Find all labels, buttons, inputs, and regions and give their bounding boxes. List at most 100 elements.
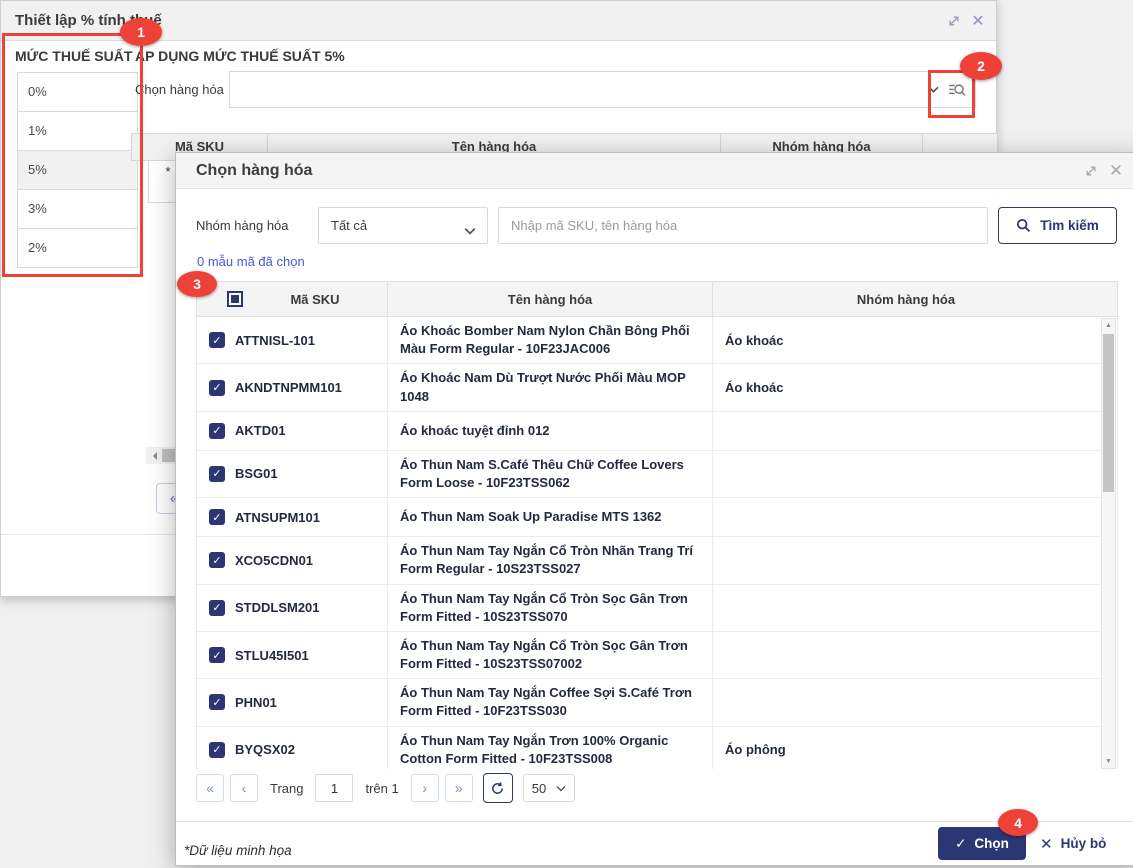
table-row[interactable]: ✓ BYQSX02 Áo Thun Nam Tay Ngắn Trơn 100%… <box>197 726 1117 769</box>
sku-cell: ✓ ATNSUPM101 <box>197 498 387 536</box>
product-group-cell <box>712 450 1099 498</box>
group-filter-select[interactable]: Tất cả <box>318 207 488 244</box>
selected-count-link[interactable]: 0 mẫu mã đã chọn <box>197 254 305 269</box>
select-goods-modal: Chọn hàng hóa ✕ Nhóm hàng hóa Tất cả Tìm… <box>175 152 1133 866</box>
annotation-badge-1: 1 <box>120 18 162 46</box>
apply-rate-header: ÁP DỤNG MỨC THUẾ SUẤT 5% <box>135 48 345 64</box>
group-filter-label: Nhóm hàng hóa <box>196 218 289 233</box>
row-checkbox[interactable]: ✓ <box>209 647 225 664</box>
chevron-down-icon <box>556 785 566 792</box>
group-filter-value: Tất cả <box>331 218 368 233</box>
next-page-button[interactable]: › <box>410 774 439 802</box>
first-page-button[interactable]: « <box>196 774 224 802</box>
product-name-cell: Áo khoác tuyệt đỉnh 012 <box>387 411 712 450</box>
product-name-cell: Áo Khoác Bomber Nam Nylon Chần Bông Phối… <box>387 317 712 364</box>
product-group-cell: Áo khoác <box>712 364 1099 411</box>
scroll-down-icon[interactable]: ▼ <box>1102 758 1115 765</box>
table-row[interactable]: ✓ STDDLSM201 Áo Thun Nam Tay Ngắn Cổ Trò… <box>197 584 1117 632</box>
row-checkbox[interactable]: ✓ <box>209 509 225 526</box>
product-name-cell: Áo Thun Nam Tay Ngắn Trơn 100% Organic C… <box>387 726 712 769</box>
header-cell-sku: Mã SKU <box>197 282 387 316</box>
page-size-value: 50 <box>531 780 547 796</box>
close-icon[interactable]: ✕ <box>968 10 988 32</box>
sku-cell: ✓ ATTNISL-101 <box>197 317 387 363</box>
product-name-cell: Áo Thun Nam Tay Ngắn Cổ Tròn Sọc Gân Trơ… <box>387 631 712 679</box>
check-icon: ✓ <box>955 835 967 851</box>
scroll-up-icon[interactable]: ▲ <box>1102 322 1115 329</box>
search-button-label: Tìm kiếm <box>1040 218 1099 233</box>
header-cell-blank <box>1099 282 1117 316</box>
sku-cell: ✓ AKTD01 <box>197 412 387 450</box>
annotation-badge-4: 4 <box>998 809 1038 836</box>
sku-cell: ✓ PHN01 <box>197 679 387 725</box>
product-name-cell: Áo Thun Nam Tay Ngắn Cổ Tròn Nhãn Trang … <box>387 537 712 584</box>
search-input[interactable] <box>498 207 988 244</box>
product-group-cell <box>712 584 1099 631</box>
close-icon[interactable]: ✕ <box>1106 160 1126 182</box>
table-row[interactable]: ✓ BSG01 Áo Thun Nam S.Café Thêu Chữ Coff… <box>197 450 1117 499</box>
select-all-checkbox[interactable] <box>227 291 243 307</box>
product-name-cell: Áo Thun Nam S.Café Thêu Chữ Coffee Lover… <box>387 450 712 498</box>
pagination: « ‹ Trang trên 1 › » 50 <box>196 773 575 803</box>
product-group-cell <box>712 537 1099 584</box>
table-row[interactable]: ✓ XCO5CDN01 Áo Thun Nam Tay Ngắn Cổ Tròn… <box>197 537 1117 585</box>
table-row[interactable]: ✓ AKTD01 Áo khoác tuyệt đỉnh 012 <box>197 411 1117 451</box>
row-checkbox[interactable]: ✓ <box>209 332 225 349</box>
row-checkbox[interactable]: ✓ <box>209 552 225 569</box>
table-row[interactable]: ✓ PHN01 Áo Thun Nam Tay Ngắn Coffee Sợi … <box>197 679 1117 727</box>
product-group-cell <box>712 679 1099 726</box>
demo-data-note: *Dữ liệu minh họa <box>184 843 292 858</box>
footer-divider <box>176 821 1133 822</box>
refresh-button[interactable] <box>482 773 513 803</box>
expand-icon[interactable] <box>1082 162 1100 180</box>
goods-picker-input[interactable] <box>229 71 976 108</box>
prev-page-button[interactable]: ‹ <box>230 774 258 802</box>
sku-cell: ✓ AKNDTNPMM101 <box>197 364 387 410</box>
expand-icon[interactable] <box>945 12 963 30</box>
sku-cell: ✓ XCO5CDN01 <box>197 537 387 583</box>
products-table-header: Mã SKU Tên hàng hóa Nhóm hàng hóa <box>196 281 1118 317</box>
select-goods-label: Chọn hàng hóa <box>135 82 224 97</box>
product-group-cell <box>712 631 1099 679</box>
product-group-cell: Áo phông <box>712 726 1099 769</box>
product-group-cell: Áo khoác <box>712 317 1099 364</box>
table-row[interactable]: ✓ STLU45I501 Áo Thun Nam Tay Ngắn Cổ Trò… <box>197 631 1117 680</box>
page-size-select[interactable]: 50 <box>522 774 575 802</box>
row-checkbox[interactable]: ✓ <box>209 741 225 758</box>
header-cell-name: Tên hàng hóa <box>387 282 712 316</box>
table-row[interactable]: ✓ ATNSUPM101 Áo Thun Nam Soak Up Paradis… <box>197 498 1117 538</box>
row-checkbox[interactable]: ✓ <box>209 599 225 616</box>
sku-cell: ✓ STDDLSM201 <box>197 585 387 631</box>
annotation-badge-3: 3 <box>177 271 217 297</box>
sku-cell: ✓ STLU45I501 <box>197 632 387 678</box>
product-name-cell: Áo Thun Nam Soak Up Paradise MTS 1362 <box>387 498 712 537</box>
page-of-label: trên 1 <box>365 780 399 796</box>
modal-titlebar: Chọn hàng hóa <box>176 153 1133 189</box>
sku-cell: ✓ BSG01 <box>197 451 387 497</box>
row-checkbox[interactable]: ✓ <box>209 422 225 439</box>
modal-title: Chọn hàng hóa <box>196 162 313 179</box>
scroll-left-icon[interactable] <box>149 451 157 460</box>
products-table: Mã SKU Tên hàng hóa Nhóm hàng hóa ✓ ATTN… <box>196 281 1118 769</box>
cancel-button[interactable]: ✕ Hủy bỏ <box>1040 827 1106 860</box>
sku-cell: ✓ BYQSX02 <box>197 727 387 769</box>
table-row[interactable]: ✓ ATTNISL-101 Áo Khoác Bomber Nam Nylon … <box>197 317 1117 365</box>
chevron-down-icon <box>464 222 476 240</box>
table-row[interactable]: ✓ AKNDTNPMM101 Áo Khoác Nam Dù Trượt Nướ… <box>197 364 1117 412</box>
scrollbar-thumb[interactable] <box>1103 334 1114 492</box>
screen: Thiết lập % tính thuế ✕ MỨC THUẾ SUẤT 0%… <box>0 0 1133 868</box>
row-checkbox[interactable]: ✓ <box>209 379 225 396</box>
products-table-body: ✓ ATTNISL-101 Áo Khoác Bomber Nam Nylon … <box>196 317 1118 769</box>
last-page-button[interactable]: » <box>444 774 473 802</box>
row-checkbox[interactable]: ✓ <box>209 465 225 482</box>
refresh-icon <box>490 781 505 796</box>
search-icon <box>1016 218 1031 233</box>
product-group-cell <box>712 498 1099 537</box>
search-button[interactable]: Tìm kiếm <box>998 207 1117 244</box>
product-name-cell: Áo Thun Nam Tay Ngắn Coffee Sợi S.Café T… <box>387 679 712 726</box>
product-name-cell: Áo Thun Nam Tay Ngắn Cổ Tròn Sọc Gân Trơ… <box>387 584 712 631</box>
confirm-button-label: Chọn <box>974 836 1009 851</box>
page-number-input[interactable] <box>315 774 354 802</box>
vertical-scrollbar[interactable]: ▲ ▼ <box>1101 318 1116 769</box>
row-checkbox[interactable]: ✓ <box>209 694 225 711</box>
